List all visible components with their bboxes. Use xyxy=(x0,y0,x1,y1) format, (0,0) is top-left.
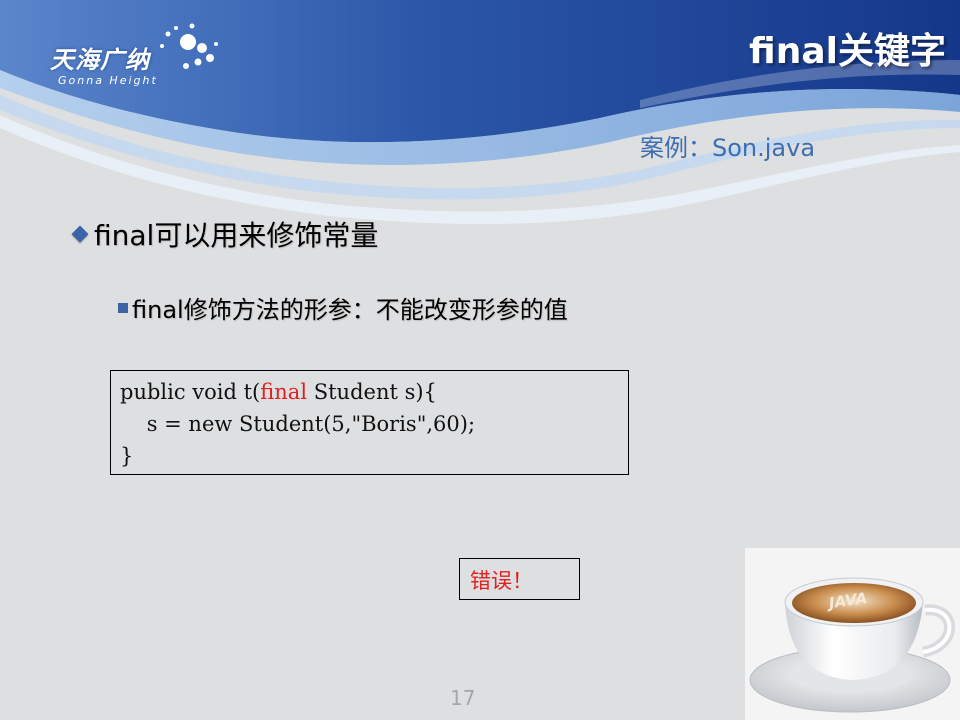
page-number: 17 xyxy=(450,686,476,710)
bullet-level2-text: final修饰方法的形参：不能改变形参的值 xyxy=(132,296,568,324)
diamond-bullet-icon xyxy=(71,225,89,243)
logo-dots-icon xyxy=(160,23,218,69)
code-line-1-post: Student s){ xyxy=(307,380,437,404)
bullet-level2: final修饰方法的形参：不能改变形参的值 xyxy=(118,290,568,325)
code-line-3: } xyxy=(120,444,134,468)
code-line-1: public void t(final Student s){ xyxy=(120,376,628,408)
code-block: public void t(final Student s){ s = new … xyxy=(110,370,629,475)
code-keyword-final: final xyxy=(260,380,308,404)
code-line-1-pre: public void t( xyxy=(120,380,261,404)
case-label: 案例：Son.java xyxy=(640,134,816,162)
logo-english-text: Gonna Height xyxy=(58,74,158,87)
slide: 天海广纳 Gonna Height final关键字 案例：Son.java f… xyxy=(0,0,960,720)
square-bullet-icon xyxy=(118,302,128,313)
error-label: 错误！ xyxy=(459,558,580,600)
bullet-level1-text: final可以用来修饰常量 xyxy=(94,219,379,252)
company-logo: 天海广纳 Gonna Height xyxy=(48,22,218,92)
coffee-cup-image: JAVA xyxy=(745,548,960,720)
code-line-2: s = new Student(5,"Boris",60); xyxy=(120,412,476,436)
slide-title: final关键字 xyxy=(749,31,946,72)
bullet-level1: final可以用来修饰常量 xyxy=(70,214,378,254)
logo-chinese-text: 天海广纳 xyxy=(50,46,150,74)
